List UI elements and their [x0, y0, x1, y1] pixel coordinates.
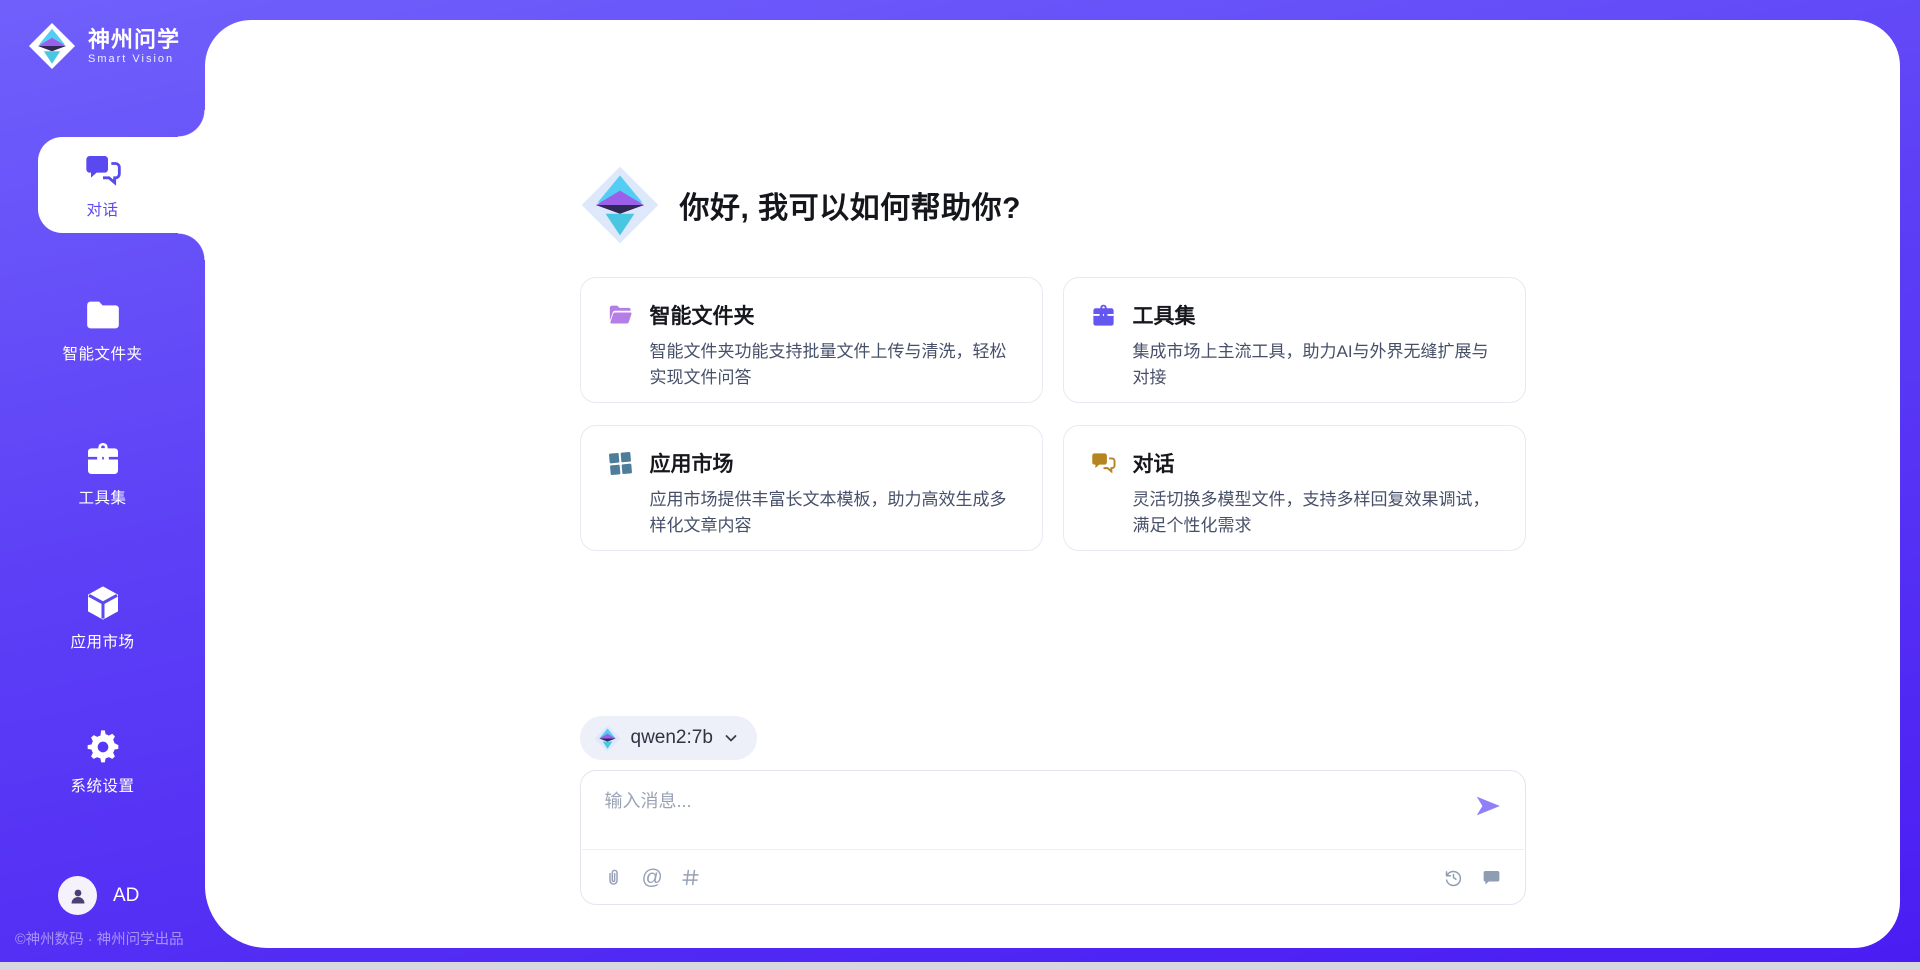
card-title: 对话: [1133, 448, 1175, 478]
sidebar-item-tools[interactable]: 工具集: [0, 425, 205, 521]
attach-button[interactable]: [603, 866, 625, 888]
sidebar-item-settings[interactable]: 系统设置: [0, 713, 205, 809]
sidebar-item-label: 系统设置: [70, 774, 134, 796]
brand-title: 神州问学: [88, 27, 180, 52]
card-title: 工具集: [1133, 300, 1196, 330]
brand: 神州问学 Smart Vision: [28, 22, 180, 70]
chat-icon: [1090, 450, 1117, 477]
toolbox-icon: [83, 439, 123, 479]
card-title: 应用市场: [650, 448, 734, 478]
app-root: 神州问学 Smart Vision 对话 智能文件夹: [0, 0, 1920, 970]
mention-button[interactable]: @: [642, 867, 663, 888]
tab-curve-top: [178, 110, 206, 137]
paperclip-icon: [603, 867, 624, 888]
model-name: qwen2:7b: [631, 727, 713, 749]
card-title: 智能文件夹: [650, 300, 755, 330]
chat-bubble-button[interactable]: [1481, 866, 1503, 888]
folder-icon: [83, 295, 123, 335]
card-description: 应用市场提供丰富长文本模板，助力高效生成多样化文章内容: [650, 487, 1016, 540]
chat-bubble-icon: [1481, 867, 1502, 888]
chevron-down-icon: [723, 730, 739, 746]
sidebar-item-market[interactable]: 应用市场: [0, 569, 205, 665]
send-icon: [1473, 791, 1503, 821]
send-button[interactable]: [1473, 791, 1503, 821]
cube-icon: [83, 583, 123, 623]
model-logo-icon: [594, 725, 621, 752]
main-content: 你好, 我可以如何帮助你? 智能文件夹 智能文件夹功能支持批量文件上传与清洗，轻…: [580, 20, 1526, 948]
card-app-market[interactable]: 应用市场 应用市场提供丰富长文本模板，助力高效生成多样化文章内容: [580, 425, 1043, 551]
message-input[interactable]: [605, 787, 1455, 835]
composer: qwen2:7b: [580, 716, 1526, 905]
person-icon: [66, 884, 90, 908]
hashtag-icon: [680, 867, 701, 888]
feature-cards: 智能文件夹 智能文件夹功能支持批量文件上传与清洗，轻松实现文件问答 工具集 集成…: [580, 277, 1526, 551]
greeting-text: 你好, 我可以如何帮助你?: [680, 183, 1022, 227]
user-initials: AD: [113, 885, 139, 907]
toolbox-icon: [1090, 302, 1117, 329]
copyright-text: ©神州数码 · 神州问学出品: [15, 928, 184, 949]
sidebar-item-label: 对话: [86, 198, 118, 220]
card-description: 智能文件夹功能支持批量文件上传与清洗，轻松实现文件问答: [650, 339, 1016, 392]
sidebar: 神州问学 Smart Vision 对话 智能文件夹: [0, 0, 205, 970]
card-chat[interactable]: 对话 灵活切换多模型文件，支持多样回复效果调试，满足个性化需求: [1063, 425, 1526, 551]
history-button[interactable]: [1443, 866, 1465, 888]
composer-toolbar: @: [581, 850, 1525, 904]
grid-icon: [607, 450, 634, 477]
tab-curve-bottom: [178, 233, 206, 260]
card-description: 集成市场上主流工具，助力AI与外界无缝扩展与对接: [1133, 339, 1499, 392]
sidebar-item-folders[interactable]: 智能文件夹: [0, 281, 205, 377]
history-icon: [1443, 867, 1464, 888]
chat-icon: [83, 151, 123, 191]
card-tools[interactable]: 工具集 集成市场上主流工具，助力AI与外界无缝扩展与对接: [1063, 277, 1526, 403]
sidebar-item-label: 工具集: [78, 486, 126, 508]
bottom-scrollbar[interactable]: [0, 962, 1920, 970]
brand-subtitle: Smart Vision: [88, 53, 180, 65]
welcome-header: 你好, 我可以如何帮助你?: [580, 165, 1526, 245]
main-panel: 你好, 我可以如何帮助你? 智能文件夹 智能文件夹功能支持批量文件上传与清洗，轻…: [205, 20, 1900, 948]
message-input-box: @: [580, 770, 1526, 905]
card-smart-folders[interactable]: 智能文件夹 智能文件夹功能支持批量文件上传与清洗，轻松实现文件问答: [580, 277, 1043, 403]
avatar: [58, 876, 97, 915]
folder-open-icon: [607, 302, 634, 329]
user-profile[interactable]: AD: [58, 876, 139, 915]
assistant-logo-icon: [580, 165, 660, 245]
gear-icon: [83, 727, 123, 767]
sidebar-item-chat[interactable]: 对话: [0, 137, 205, 233]
sidebar-item-label: 智能文件夹: [62, 342, 142, 364]
hashtag-button[interactable]: [680, 866, 702, 888]
model-selector[interactable]: qwen2:7b: [580, 716, 757, 760]
sidebar-item-label: 应用市场: [70, 630, 134, 652]
card-description: 灵活切换多模型文件，支持多样回复效果调试，满足个性化需求: [1133, 487, 1499, 540]
brand-logo-icon: [28, 22, 76, 70]
